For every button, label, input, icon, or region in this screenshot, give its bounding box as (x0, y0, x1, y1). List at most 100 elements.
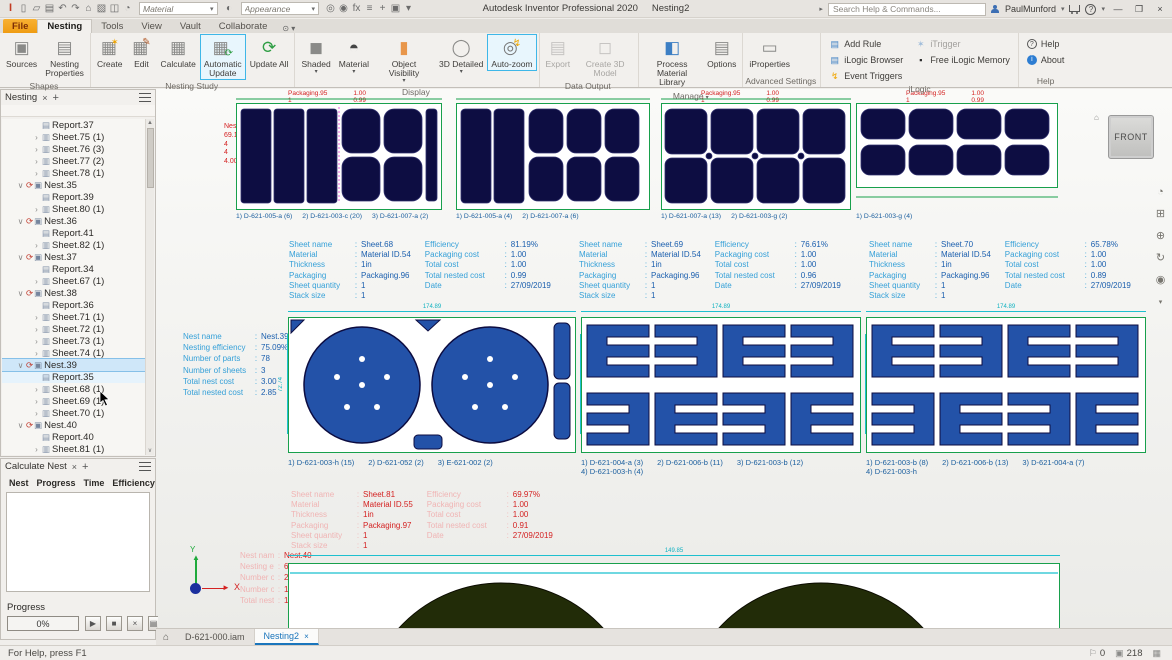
tree-expand-icon[interactable]: ∨ (16, 181, 25, 190)
viewcube[interactable]: FRONT (1108, 115, 1154, 159)
tree-item[interactable]: › Sheet.73 (1) (2, 335, 145, 347)
grid-toggle-icon[interactable]: ▦ (1152, 648, 1161, 659)
restore-button[interactable]: ❐ (1131, 2, 1147, 16)
home-tab-icon[interactable]: ⌂ (156, 629, 176, 645)
ribbon-tab[interactable]: View (132, 19, 170, 33)
tree-item[interactable]: Report.36 (2, 299, 145, 311)
user-menu-chevron-icon[interactable]: ▾ (1061, 5, 1065, 13)
tree-item[interactable]: › Sheet.68 (1) (2, 383, 145, 395)
tree-item[interactable]: Report.40 (2, 431, 145, 443)
tree-item[interactable]: ∨ Nest.38 (2, 287, 145, 299)
nest-sheet-drawing[interactable] (236, 97, 442, 216)
ribbon-small-button[interactable]: ?Help (1027, 37, 1065, 51)
tree-item[interactable]: Report.41 (2, 227, 145, 239)
ribbon-button[interactable]: ▮ Object Visibility ▾ (373, 34, 435, 86)
tree-item[interactable]: › Sheet.80 (1) (2, 203, 145, 215)
redo-icon[interactable]: ↷ (69, 2, 82, 15)
store-cart-icon[interactable] (1069, 5, 1080, 12)
ribbon-tab[interactable]: Collaborate (210, 19, 277, 33)
help-menu-chevron-icon[interactable]: ▾ (1101, 5, 1105, 13)
tree-expand-icon[interactable]: › (32, 205, 41, 214)
tree-expand-icon[interactable]: › (32, 169, 41, 178)
ribbon-button[interactable]: ▤ Nesting Properties ▾ (41, 34, 88, 80)
nest-sheet-drawing[interactable] (661, 97, 851, 216)
tree-expand-icon[interactable]: › (32, 337, 41, 346)
undo-icon[interactable]: ↶ (56, 2, 69, 15)
viewport[interactable]: Packaging.95111.000.9927/09/2019 Packagi… (156, 89, 1172, 628)
tree-item[interactable]: › Sheet.69 (1) (2, 395, 145, 407)
ribbon-small-button[interactable]: ▪Free iLogic Memory (915, 53, 1010, 67)
close-button[interactable]: × (1152, 2, 1168, 16)
ribbon-button[interactable]: ▦ Create ▾ (93, 34, 127, 71)
tree-expand-icon[interactable]: › (32, 133, 41, 142)
fx-icon[interactable]: fx (350, 2, 363, 15)
tree-expand-icon[interactable]: › (32, 325, 41, 334)
tree-expand-icon[interactable]: › (32, 313, 41, 322)
tree-item[interactable]: Report.37 (2, 119, 145, 131)
tree-item[interactable]: Report.34 (2, 263, 145, 275)
tree-expand-icon[interactable]: ∨ (16, 217, 25, 226)
tree-item[interactable]: ∨ Nest.37 (2, 251, 145, 263)
navigation-wheel-icon[interactable]: ◔ (1153, 184, 1168, 199)
qat-dropdown-icon[interactable]: ▾ (402, 2, 415, 15)
add-panel-icon[interactable]: + (52, 92, 58, 104)
tree-expand-icon[interactable]: ∨ (16, 253, 25, 262)
ribbon-button[interactable]: ▤ Export ▾ (542, 34, 575, 71)
tree-item[interactable]: › Sheet.82 (1) (2, 239, 145, 251)
tree-expand-icon[interactable]: › (32, 409, 41, 418)
ribbon-button[interactable]: ◼ Shaded ▾ (297, 34, 334, 77)
navbar-more-icon[interactable]: ▾ (1153, 294, 1168, 309)
ribbon-button[interactable]: ▣ Sources ▾ (2, 34, 41, 71)
tree-item[interactable]: › Sheet.81 (1) (2, 443, 145, 455)
zoom-icon[interactable]: ◎ (324, 2, 337, 15)
ribbon-small-button[interactable]: ✶iTrigger (915, 37, 1010, 51)
ribbon-button[interactable]: ◎ Auto-zoom ▾ (487, 34, 536, 71)
annotate-icon[interactable]: ◫ (108, 2, 121, 15)
tree-expand-icon[interactable]: ∨ (16, 421, 25, 430)
tree-expand-icon[interactable]: › (32, 397, 41, 406)
document-tab-active[interactable]: Nesting2× (255, 629, 319, 645)
nest-sheet-drawing[interactable] (288, 317, 576, 458)
tree-item[interactable]: › Sheet.70 (1) (2, 407, 145, 419)
ribbon-tab[interactable]: File (3, 19, 37, 33)
search-input[interactable]: Search Help & Commands... (828, 3, 986, 16)
alert-count-icon[interactable]: ⚐ (1089, 648, 1097, 658)
nest-sheet-drawing[interactable] (866, 317, 1146, 458)
ribbon-button[interactable]: ◻ Create 3D Model ▾ (574, 34, 636, 80)
tree-expand-icon[interactable]: › (32, 157, 41, 166)
nest-sheet-drawing[interactable] (856, 101, 1058, 208)
tree-expand-icon[interactable]: › (32, 241, 41, 250)
open-icon[interactable]: ▱ (30, 2, 43, 15)
tree-item[interactable]: › Sheet.76 (3) (2, 143, 145, 155)
close-panel-icon[interactable]: × (42, 93, 47, 103)
scroll-up-icon[interactable]: ▲ (147, 120, 153, 126)
appearance-adjust-icon[interactable]: ◉ (337, 2, 350, 15)
scroll-down-icon[interactable]: ∨ (148, 447, 152, 454)
viewcube-home-icon[interactable]: ⌂ (1094, 113, 1099, 122)
pan-icon[interactable]: ⊞ (1153, 206, 1168, 221)
nest-sheet-drawing[interactable] (581, 317, 861, 458)
ribbon-small-button[interactable]: ▤iLogic Browser (829, 53, 903, 67)
ribbon-tab[interactable]: Nesting (37, 19, 92, 33)
material-combo[interactable]: Material▾ (139, 2, 218, 15)
tree-expand-icon[interactable]: › (32, 445, 41, 454)
ribbon-button[interactable]: ▤ Options ▾ (703, 34, 740, 71)
tree-item[interactable]: ∨ Nest.40 (2, 419, 145, 431)
calc-job-list[interactable] (6, 492, 150, 592)
ribbon-tab[interactable]: Tools (92, 19, 132, 33)
home-icon[interactable]: ⌂ (82, 2, 95, 15)
tree-item[interactable]: Report.35 (2, 371, 145, 383)
zoom-icon[interactable]: ⊕ (1153, 228, 1168, 243)
tree-expand-icon[interactable]: ∨ (16, 289, 25, 298)
tree-item[interactable]: ∨ Nest.39 (2, 359, 145, 371)
plus-icon[interactable]: + (376, 2, 389, 15)
tree-expand-icon[interactable]: › (32, 145, 41, 154)
tree-item[interactable]: › Sheet.78 (1) (2, 167, 145, 179)
ribbon-button[interactable]: ◓ Material ▾ (335, 34, 373, 77)
inventor-logo-icon[interactable]: I (4, 2, 17, 15)
minimize-button[interactable]: — (1110, 2, 1126, 16)
tree-item[interactable]: › Sheet.72 (1) (2, 323, 145, 335)
panel-menu-icon[interactable] (139, 93, 151, 102)
cancel-button[interactable]: × (127, 616, 143, 631)
ribbon-button[interactable]: ▦ Automatic Update ▾ (200, 34, 246, 80)
